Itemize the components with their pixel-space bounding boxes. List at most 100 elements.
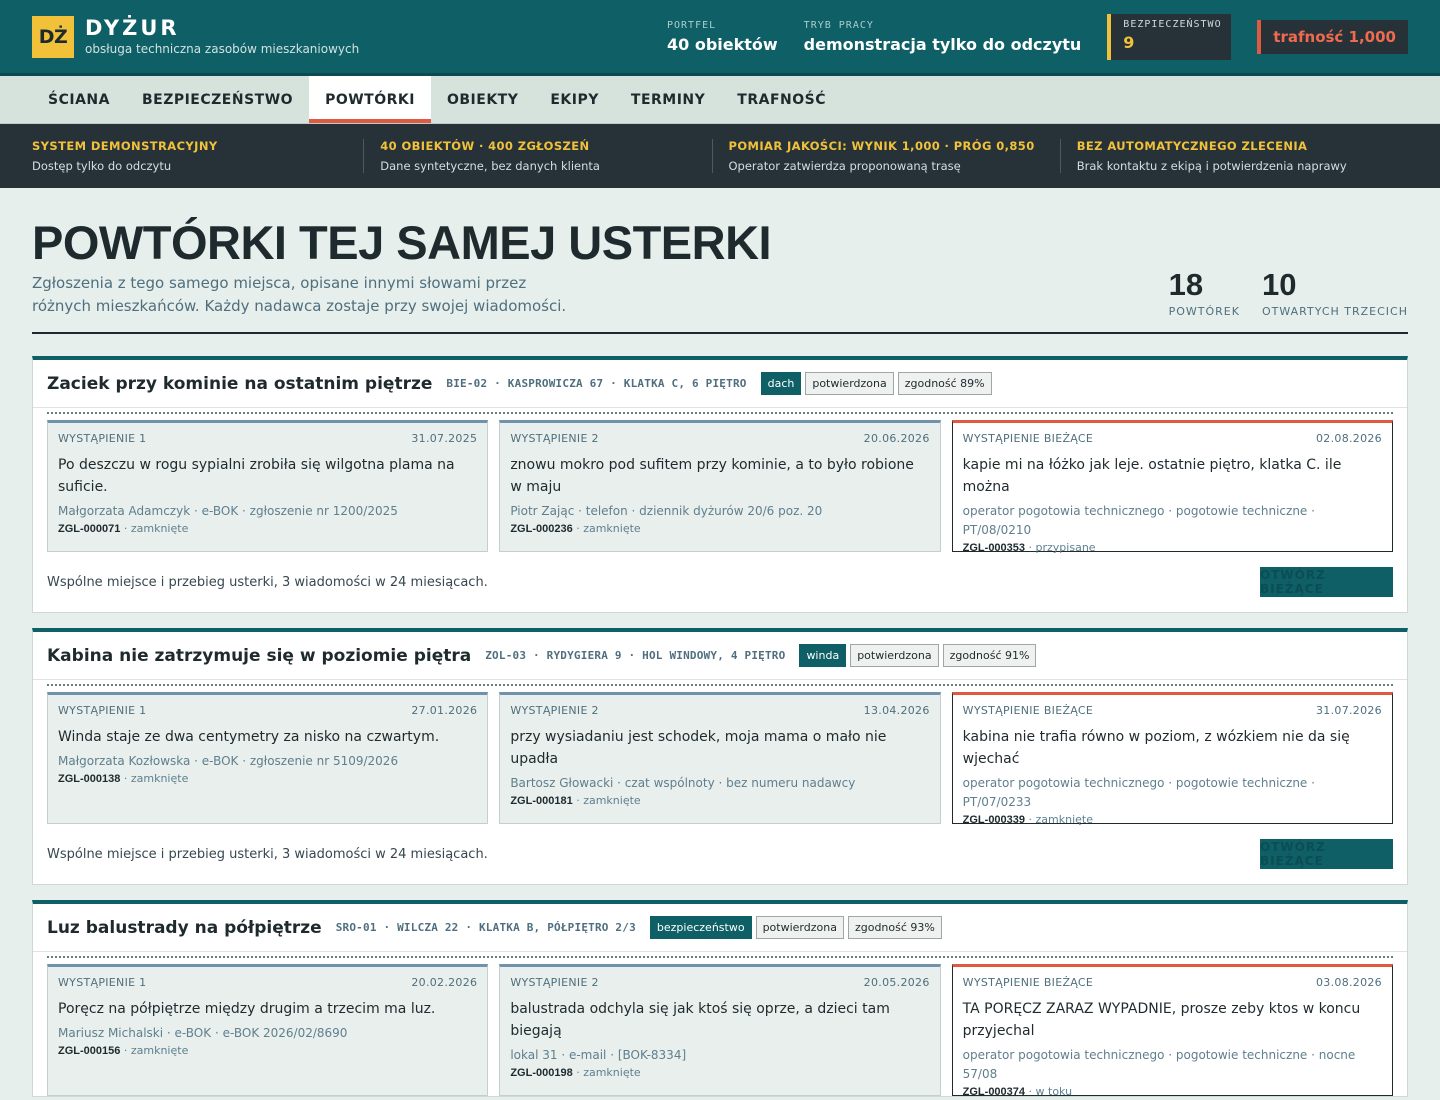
occurrence-source: operator pogotowia technicznego · pogoto… bbox=[962, 1048, 1356, 1081]
ticket-id[interactable]: ZGL-000339 bbox=[963, 814, 1025, 826]
ticket-state: · zamknięte bbox=[572, 794, 641, 807]
band-title: POMIAR JAKOŚCI: WYNIK 1,000 · PRÓG 0,850 bbox=[728, 139, 1035, 153]
category-tag: bezpieczeństwo bbox=[649, 916, 752, 939]
case-header: Zaciek przy kominie na ostatnim piętrze … bbox=[33, 360, 1407, 408]
ticket-id[interactable]: ZGL-000198 bbox=[510, 1067, 572, 1079]
category-tag: winda bbox=[799, 644, 847, 667]
mode-meta: TRYB PRACY demonstracja tylko do odczytu bbox=[804, 20, 1082, 54]
occurrence-card[interactable]: WYSTĄPIENIE 1 20.02.2026 Poręcz na półpię… bbox=[47, 964, 489, 1096]
ticket-id[interactable]: ZGL-000138 bbox=[58, 773, 120, 785]
tab-ekipy[interactable]: EKIPY bbox=[534, 76, 615, 123]
ticket-state: · w toku bbox=[1025, 1085, 1073, 1098]
case-title[interactable]: Luz balustrady na półpiętrze bbox=[47, 918, 322, 938]
occurrence-text: znowu mokro pod sufitem przy kominie, a … bbox=[510, 457, 914, 495]
case-body: WYSTĄPIENIE 1 31.07.2025 Po deszczu w rog… bbox=[33, 412, 1407, 612]
current-occurrence-card[interactable]: WYSTĄPIENIE BIEŻĄCE 03.08.2026 TA PORĘCZ … bbox=[951, 964, 1393, 1098]
occurrence-text: balustrada odchyla się jak ktoś się oprz… bbox=[510, 1001, 890, 1039]
app-logo[interactable]: DŻ bbox=[32, 15, 74, 58]
stat-number: 10 bbox=[1261, 267, 1297, 302]
ticket-id[interactable]: ZGL-000236 bbox=[510, 523, 572, 535]
status-tag: potwierdzona bbox=[755, 916, 844, 939]
top-bar: DŻ DYŻUR obsługa techniczna zasobów mies… bbox=[0, 0, 1440, 76]
info-band: SYSTEM DEMONSTRACYJNY Dostęp tylko do od… bbox=[0, 124, 1440, 188]
band-item: POMIAR JAKOŚCI: WYNIK 1,000 · PRÓG 0,850… bbox=[711, 139, 1060, 173]
case-list: Zaciek przy kominie na ostatnim piętrze … bbox=[32, 356, 1408, 1098]
case-card: Zaciek przy kominie na ostatnim piętrze … bbox=[32, 356, 1408, 613]
ticket-state: · zamknięte bbox=[120, 772, 189, 785]
ticket-id[interactable]: ZGL-000071 bbox=[58, 523, 120, 535]
stat-open: 10 OTWARTYCH TRZECICH bbox=[1261, 267, 1408, 319]
occurrence-source: operator pogotowia technicznego · pogoto… bbox=[962, 776, 1315, 809]
occurrence-card[interactable]: WYSTĄPIENIE 2 13.04.2026 przy wysiadaniu … bbox=[499, 692, 941, 824]
occurrence-label: WYSTĄPIENIE 2 bbox=[510, 704, 599, 717]
occurrence-card[interactable]: WYSTĄPIENIE 1 31.07.2025 Po deszczu w rog… bbox=[47, 420, 489, 552]
stat-number: 18 bbox=[1168, 267, 1204, 302]
brand: DYŻUR obsługa techniczna zasobów mieszka… bbox=[85, 17, 359, 56]
occurrence-source: operator pogotowia technicznego · pogoto… bbox=[962, 504, 1315, 537]
band-title: BEZ AUTOMATYCZNEGO ZLECENIA bbox=[1076, 139, 1308, 153]
case-title[interactable]: Kabina nie zatrzymuje się w poziomie pię… bbox=[47, 646, 471, 666]
occurrence-card[interactable]: WYSTĄPIENIE 2 20.06.2026 znowu mokro pod … bbox=[499, 420, 941, 552]
case-title[interactable]: Zaciek przy kominie na ostatnim piętrze bbox=[47, 374, 432, 394]
occurrence-source: Mariusz Michalski · e-BOK · e-BOK 2026/0… bbox=[58, 1026, 348, 1040]
occurrence-label: WYSTĄPIENIE 1 bbox=[58, 704, 147, 717]
band-subtitle: Brak kontaktu z ekipą i potwierdzenia na… bbox=[1076, 159, 1347, 173]
ticket-id[interactable]: ZGL-000181 bbox=[510, 795, 572, 807]
occurrence-card[interactable]: WYSTĄPIENIE 1 27.01.2026 Winda staje ze d… bbox=[47, 692, 489, 824]
occurrence-date: 02.08.2026 bbox=[1316, 432, 1382, 445]
case-footer: Wspólne miejsce i przebieg usterki, 3 wi… bbox=[47, 824, 1393, 884]
portfolio-value: 40 obiektów bbox=[666, 34, 778, 54]
open-current-button[interactable]: OTWÓRZ BIEŻĄCE bbox=[1260, 567, 1393, 597]
occurrence-text: przy wysiadaniu jest schodek, moja mama … bbox=[510, 729, 887, 767]
tab-obiekty[interactable]: OBIEKTY bbox=[431, 76, 534, 123]
ticket-state: · zamknięte bbox=[120, 1044, 189, 1057]
ticket-state: · zamknięte bbox=[1025, 813, 1093, 826]
band-title: SYSTEM DEMONSTRACYJNY bbox=[32, 139, 218, 153]
stat-label: OTWARTYCH TRZECICH bbox=[1261, 305, 1408, 318]
page-content: POWTÓRKI TEJ SAMEJ USTERKI Zgłoszenia z … bbox=[0, 188, 1440, 1098]
occurrence-label: WYSTĄPIENIE 1 bbox=[58, 432, 147, 445]
app-subtitle: obsługa techniczna zasobów mieszkaniowyc… bbox=[85, 42, 360, 56]
occurrence-date: 27.01.2026 bbox=[411, 704, 478, 717]
occurrence-date: 20.06.2026 bbox=[863, 432, 930, 445]
tab-trafnosc[interactable]: TRAFNOŚĆ bbox=[721, 76, 842, 123]
ticket-state: · przypisane bbox=[1025, 541, 1096, 554]
case-header: Kabina nie zatrzymuje się w poziomie pię… bbox=[33, 632, 1407, 680]
case-location: BIE-02 · KASPROWICZA 67 · KLATKA C, 6 PI… bbox=[446, 377, 747, 390]
occurrence-card[interactable]: WYSTĄPIENIE 2 20.05.2026 balustrada odchy… bbox=[499, 964, 941, 1096]
case-note: Wspólne miejsce i przebieg usterki, 3 wi… bbox=[47, 846, 488, 862]
current-occurrence-card[interactable]: WYSTĄPIENIE BIEŻĄCE 02.08.2026 kapie mi n… bbox=[951, 420, 1393, 554]
occurrence-label: WYSTĄPIENIE BIEŻĄCE bbox=[962, 432, 1094, 445]
accuracy-badge[interactable]: trafność 1,000 bbox=[1257, 19, 1408, 54]
occurrence-row: WYSTĄPIENIE 1 31.07.2025 Po deszczu w rog… bbox=[47, 420, 1393, 554]
band-item: BEZ AUTOMATYCZNEGO ZLECENIA Brak kontakt… bbox=[1059, 139, 1408, 173]
band-subtitle: Operator zatwierdza proponowaną trasę bbox=[728, 159, 961, 173]
page-description: Zgłoszenia z tego samego miejsca, opisan… bbox=[32, 274, 567, 315]
tab-sciana[interactable]: ŚCIANA bbox=[32, 76, 126, 123]
tab-powtorki[interactable]: POWTÓRKI bbox=[309, 76, 431, 123]
tab-terminy[interactable]: TERMINY bbox=[615, 76, 721, 123]
page-header: POWTÓRKI TEJ SAMEJ USTERKI Zgłoszenia z … bbox=[32, 188, 1408, 334]
occurrence-text: kapie mi na łóżko jak leje. ostatnie pię… bbox=[962, 457, 1342, 495]
app-name: DYŻUR bbox=[85, 16, 180, 40]
ticket-id[interactable]: ZGL-000353 bbox=[963, 542, 1025, 554]
safety-counter[interactable]: BEZPIECZEŃSTWO 9 bbox=[1107, 13, 1232, 60]
open-current-button[interactable]: OTWÓRZ BIEŻĄCE bbox=[1260, 839, 1393, 869]
occurrence-text: kabina nie trafia równo w poziom, z wózk… bbox=[962, 729, 1350, 767]
current-occurrence-card[interactable]: WYSTĄPIENIE BIEŻĄCE 31.07.2026 kabina nie… bbox=[951, 692, 1393, 826]
occurrence-date: 13.04.2026 bbox=[863, 704, 930, 717]
occurrence-date: 31.07.2026 bbox=[1316, 704, 1382, 717]
ticket-state: · zamknięte bbox=[120, 522, 189, 535]
band-item: SYSTEM DEMONSTRACYJNY Dostęp tylko do od… bbox=[32, 139, 363, 173]
occurrence-text: Poręcz na półpiętrze między drugim a trz… bbox=[58, 1001, 436, 1017]
page-title: POWTÓRKI TEJ SAMEJ USTERKI bbox=[32, 216, 772, 269]
tab-bezpieczenstwo[interactable]: BEZPIECZEŃSTWO bbox=[126, 76, 309, 123]
ticket-id[interactable]: ZGL-000374 bbox=[963, 1086, 1025, 1098]
occurrence-row: WYSTĄPIENIE 1 27.01.2026 Winda staje ze d… bbox=[47, 692, 1393, 826]
case-location: ZOL-03 · RYDYGIERA 9 · HOL WINDOWY, 4 PI… bbox=[485, 649, 786, 662]
occurrence-source: Małgorzata Adamczyk · e-BOK · zgłoszenie… bbox=[58, 504, 398, 518]
occurrence-label: WYSTĄPIENIE BIEŻĄCE bbox=[962, 704, 1094, 717]
divider bbox=[47, 684, 1393, 686]
ticket-id[interactable]: ZGL-000156 bbox=[58, 1045, 120, 1057]
match-tag: zgodność 91% bbox=[942, 644, 1037, 667]
